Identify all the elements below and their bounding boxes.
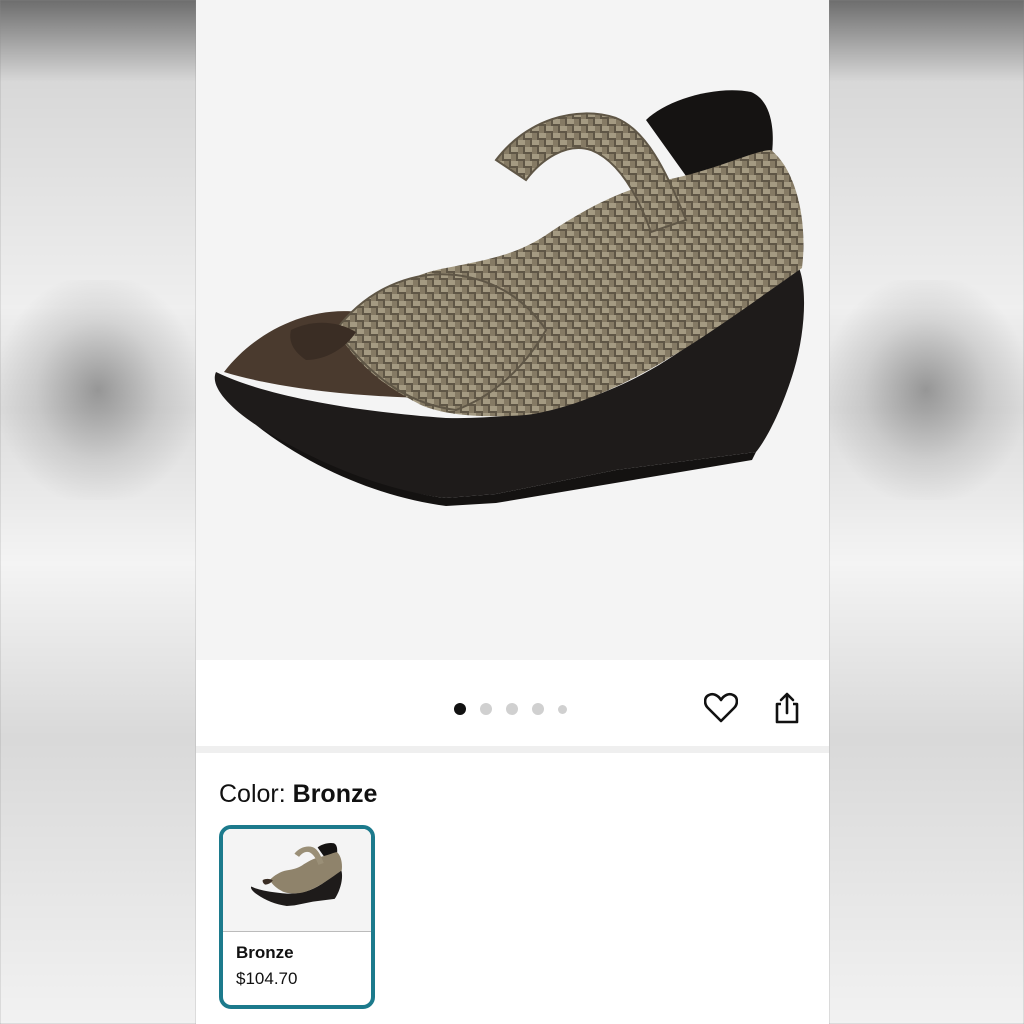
color-swatch-bronze[interactable]: Bronze $104.70 <box>219 825 375 1009</box>
pagination-dot-5[interactable] <box>558 704 567 714</box>
color-selection-label: Color: Bronze <box>219 780 377 809</box>
pagination-dot-2[interactable] <box>480 703 492 715</box>
share-icon <box>775 692 799 724</box>
product-page: Color: Bronze Bronze $104.70 <box>196 0 829 1024</box>
swatch-price: $104.70 <box>236 969 298 988</box>
share-button[interactable] <box>767 688 807 728</box>
pagination-dot-4[interactable] <box>532 703 544 715</box>
pagination-dot-1[interactable] <box>454 703 466 715</box>
shoe-illustration <box>214 90 805 506</box>
swatch-thumbnail <box>223 829 371 932</box>
section-divider <box>196 746 829 753</box>
pagination-dot-3[interactable] <box>506 703 518 715</box>
gallery-controls <box>196 660 829 746</box>
background-shadow-right <box>828 280 1024 500</box>
color-label: Color: <box>219 780 286 808</box>
blurred-background-left <box>0 0 196 1024</box>
image-pagination-dots[interactable] <box>454 703 581 715</box>
selected-color-value: Bronze <box>292 780 378 808</box>
favorite-button[interactable] <box>701 688 741 728</box>
background-shadow-left <box>0 280 196 500</box>
shoe-thumbnail <box>250 842 343 906</box>
product-image[interactable] <box>196 0 829 660</box>
swatch-color-name: Bronze <box>236 943 294 962</box>
heart-outline-icon <box>704 692 738 723</box>
blurred-background-right <box>829 0 1024 1024</box>
